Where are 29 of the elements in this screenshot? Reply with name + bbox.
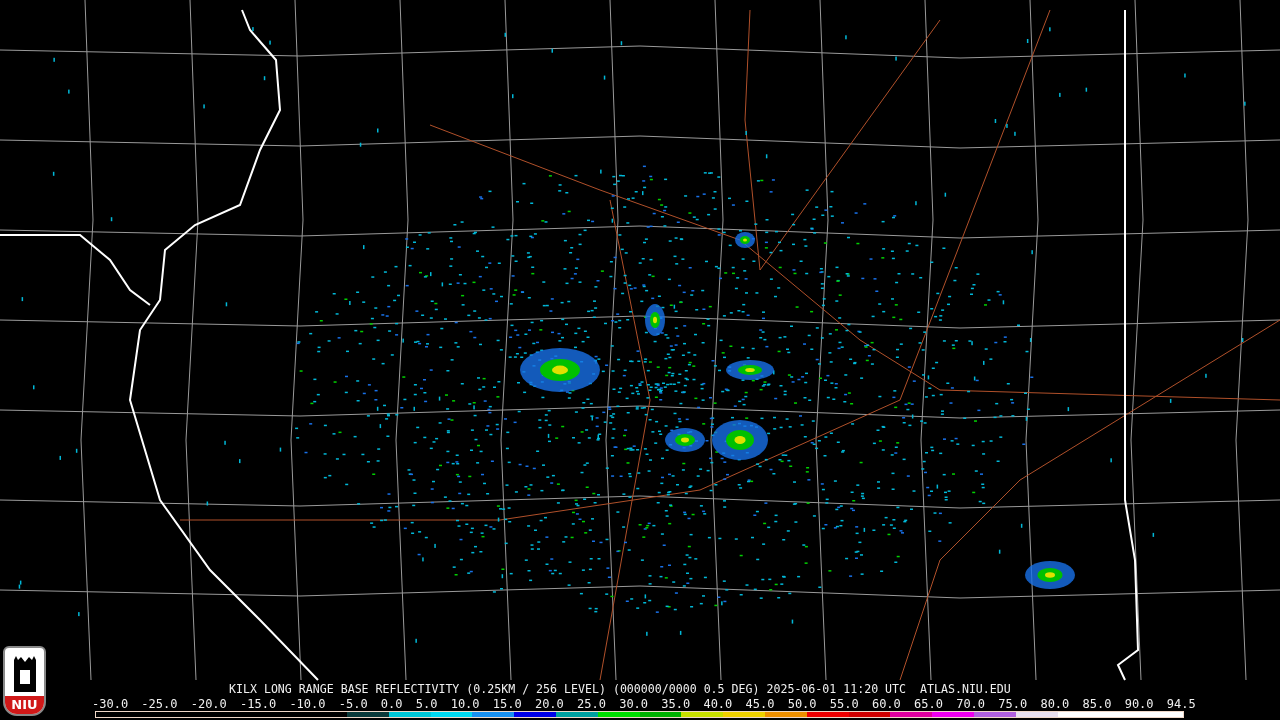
scale-label: 30.0 xyxy=(619,698,649,710)
scale-label: 10.0 xyxy=(450,698,480,710)
scale-label: 0.0 xyxy=(380,698,403,710)
scale-label: 5.0 xyxy=(415,698,438,710)
scale-label: 55.0 xyxy=(829,698,859,710)
scale-label: 60.0 xyxy=(871,698,901,710)
tower-icon xyxy=(11,656,38,692)
scale-label: 45.0 xyxy=(745,698,775,710)
scale-label: -15.0 xyxy=(240,698,277,710)
scale-label: 90.0 xyxy=(1124,698,1154,710)
scale-label: 85.0 xyxy=(1082,698,1112,710)
scale-label: -30.0 xyxy=(92,698,129,710)
scale-label: -20.0 xyxy=(190,698,227,710)
scale-label: 15.0 xyxy=(492,698,522,710)
scale-label: -10.0 xyxy=(289,698,326,710)
scale-label: 20.0 xyxy=(534,698,564,710)
logo-text: NIU xyxy=(5,696,44,714)
scale-label: 70.0 xyxy=(956,698,986,710)
scale-label: 50.0 xyxy=(787,698,817,710)
scale-label: -5.0 xyxy=(338,698,368,710)
scale-label: 75.0 xyxy=(998,698,1028,710)
scale-label: 65.0 xyxy=(914,698,943,710)
scale-label: 40.0 xyxy=(703,698,733,710)
scale-label: 25.0 xyxy=(577,698,606,710)
scale-label: 94.5 xyxy=(1166,698,1196,710)
product-caption: KILX LONG RANGE BASE REFLECTIVITY (0.25KM / 256 LEVEL) (000000/0000 0.5 DEG) 2025-06-01 11:20 UTC ATLAS.NIU.EDU xyxy=(229,684,1011,696)
scale-label: 35.0 xyxy=(661,698,691,710)
scale-label: -25.0 xyxy=(141,698,178,710)
scale-label: 80.0 xyxy=(1040,698,1070,710)
